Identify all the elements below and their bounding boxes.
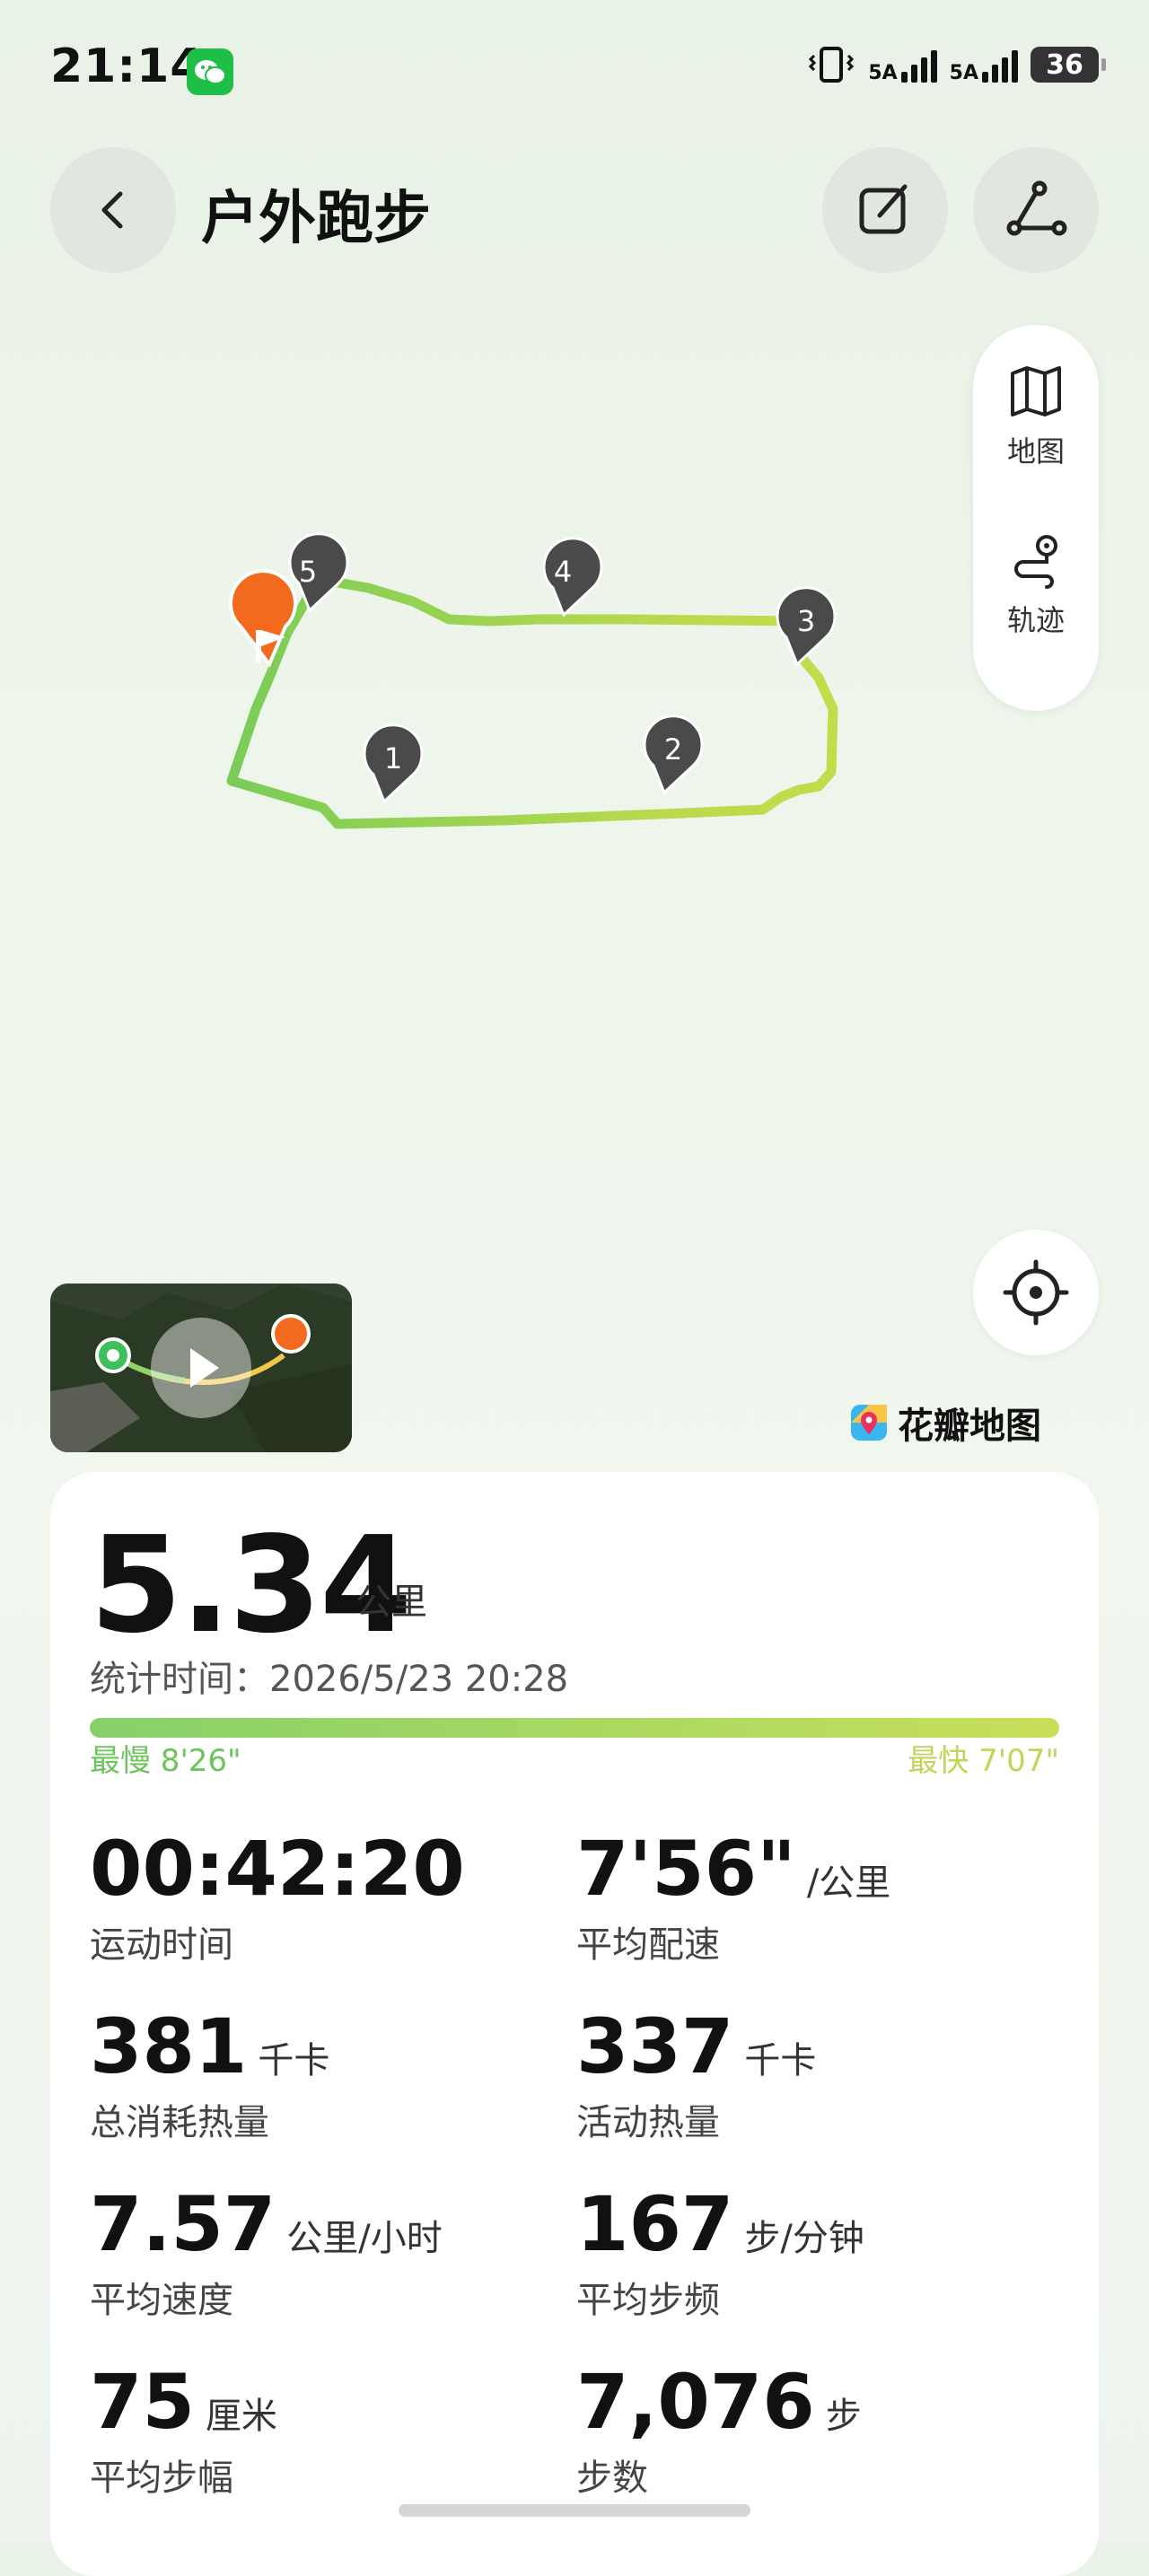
stat-value: 7'56": [576, 1825, 796, 1913]
stat-label: 平均步频: [576, 2280, 720, 2321]
stat-steps: 7,076 步 步数: [576, 2359, 862, 2501]
signal-icon: [900, 47, 937, 83]
stat-avg-stride: 75 厘米 平均步幅: [90, 2359, 277, 2501]
stat-unit: 千卡: [258, 2040, 330, 2081]
stat-label: 活动热量: [576, 2102, 720, 2143]
km-marker[interactable]: 2: [643, 714, 704, 795]
page-title: 户外跑步: [201, 186, 431, 252]
route-icon: [1006, 180, 1067, 236]
status-icons: 5A 5A 36: [807, 45, 1106, 84]
stat-unit: 厘米: [205, 2396, 277, 2437]
wechat-icon: [187, 48, 233, 95]
replay-video-thumbnail[interactable]: [50, 1284, 352, 1452]
stat-label: 总消耗热量: [90, 2102, 269, 2143]
stat-time-value: 2026/5/23 20:28: [269, 1659, 569, 1700]
status-time: 21:14: [50, 39, 204, 93]
track-icon: [1014, 535, 1057, 589]
route-button[interactable]: [973, 147, 1099, 273]
distance-unit: 公里: [355, 1582, 427, 1623]
stat-label: 运动时间: [90, 1924, 233, 1966]
pace-gradient-bar: [90, 1718, 1059, 1738]
map-provider-name: 花瓣地图: [898, 1406, 1041, 1447]
km-marker[interactable]: 1: [363, 723, 424, 804]
stat-time: 统计时间：2026/5/23 20:28: [90, 1650, 568, 1702]
stat-value: 75: [90, 2358, 195, 2446]
pace-slowest-label: 最慢 8'26": [90, 1743, 241, 1779]
stat-unit: 步: [825, 2396, 862, 2437]
network-type-label: 5A: [949, 62, 978, 84]
stat-active-calories: 337 千卡 活动热量: [576, 2003, 816, 2145]
network-type-label: 5A: [868, 62, 898, 84]
stat-unit: 千卡: [744, 2040, 817, 2081]
back-icon: [101, 191, 123, 229]
km-marker[interactable]: 3: [776, 586, 837, 667]
km-marker[interactable]: 5: [288, 532, 349, 613]
stat-time-label: 统计时间：: [90, 1659, 269, 1700]
map-layer-panel: 地图 轨迹: [973, 325, 1099, 711]
stat-value: 381: [90, 2002, 248, 2090]
km-marker-label: 1: [384, 741, 402, 775]
stat-unit: 步/分钟: [744, 2218, 864, 2259]
signal-icon: [982, 47, 1018, 83]
km-marker[interactable]: 4: [542, 537, 603, 618]
stat-label: 平均速度: [90, 2280, 233, 2321]
stat-avg-pace: 7'56"/公里 平均配速: [576, 1826, 890, 1967]
stat-value: 00:42:20: [90, 1825, 465, 1913]
battery-level: 36: [1046, 48, 1083, 81]
stat-value: 7.57: [90, 2180, 276, 2268]
back-button[interactable]: [50, 147, 176, 273]
home-indicator[interactable]: [399, 2504, 750, 2517]
satellite-thumbnail: [50, 1284, 352, 1452]
km-marker-label: 2: [664, 732, 682, 767]
map-provider-brand: 花瓣地图: [849, 1397, 1041, 1449]
stat-value: 7,076: [576, 2358, 815, 2446]
crosshair-icon: [1003, 1259, 1069, 1326]
stat-unit: /公里: [806, 1862, 891, 1904]
pace-fastest-label: 最快 7'07": [908, 1743, 1059, 1779]
stat-label: 平均配速: [576, 1924, 720, 1966]
map-icon: [1011, 366, 1061, 416]
stat-avg-cadence: 167 步/分钟 平均步频: [576, 2181, 864, 2323]
stat-unit: 公里/小时: [286, 2218, 443, 2259]
edit-button[interactable]: [822, 147, 948, 273]
stat-avg-speed: 7.57 公里/小时 平均速度: [90, 2181, 443, 2323]
km-marker-label: 4: [554, 555, 572, 589]
stat-value: 167: [576, 2180, 734, 2268]
km-marker-label: 3: [797, 604, 815, 638]
track-view-button[interactable]: 轨迹: [973, 531, 1099, 639]
stat-label: 平均步幅: [90, 2458, 233, 2499]
battery-icon: 36: [1031, 47, 1106, 83]
locate-button[interactable]: [973, 1230, 1099, 1355]
km-marker-label: 5: [299, 555, 317, 589]
track-view-label: 轨迹: [1006, 603, 1065, 637]
edit-icon: [859, 184, 908, 234]
route-track: [226, 574, 838, 829]
stat-total-calories: 381 千卡 总消耗热量: [90, 2003, 329, 2145]
vibrate-icon: [809, 47, 855, 83]
map-view-label: 地图: [1006, 434, 1065, 469]
stat-label: 步数: [576, 2458, 648, 2499]
start-flag-icon: [229, 569, 297, 668]
map-view-button[interactable]: 地图: [973, 363, 1099, 470]
stat-duration: 00:42:20 运动时间: [90, 1826, 476, 1967]
petal-maps-logo-icon: [851, 1405, 887, 1441]
stat-value: 337: [576, 2002, 734, 2090]
